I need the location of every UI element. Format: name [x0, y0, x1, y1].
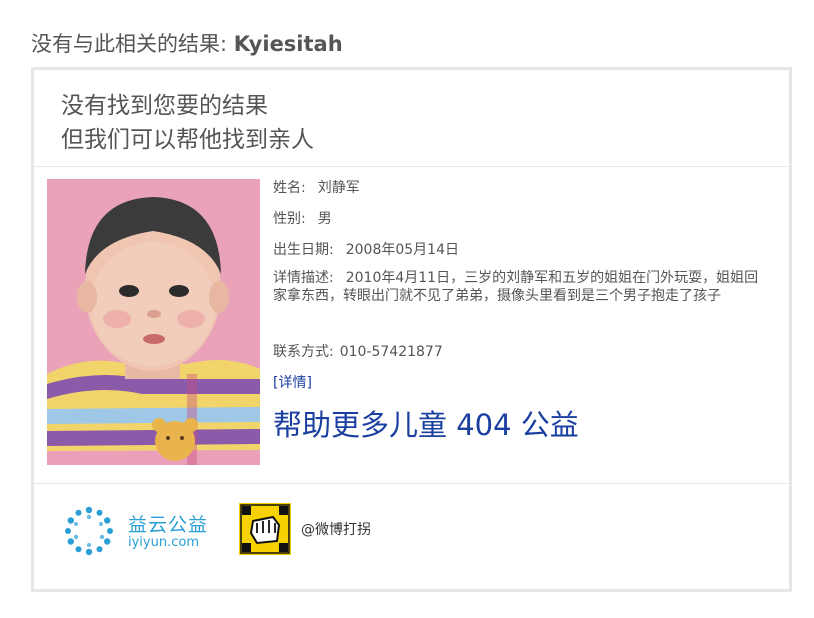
gender-value: 男 [317, 211, 332, 227]
detail-link[interactable]: [详情] [273, 375, 312, 391]
card-title-line1: 没有找到您要的结果 [61, 93, 268, 119]
card-title-line2: 但我们可以帮他找到亲人 [61, 127, 314, 153]
card-footer: 益云公益 iyiyun.com @微博打拐 [34, 484, 789, 589]
child-photo[interactable] [47, 179, 260, 465]
contact-value: 010-57421877 [339, 344, 443, 360]
search-query: Kyiesitah [233, 32, 343, 56]
yiyun-domain: iyiyun.com [128, 535, 199, 550]
name-label: 姓名: [273, 180, 306, 196]
gender-row: 性别: 男 [273, 210, 332, 228]
birth-label: 出生日期: [273, 242, 334, 258]
fist-icon [239, 503, 291, 555]
yiyun-logo-icon [65, 506, 113, 556]
weibo-dagua-logo[interactable] [239, 503, 291, 555]
help-more-children-link[interactable]: 帮助更多儿童 404 公益 [273, 402, 579, 444]
description-row: 详情描述: 2010年4月11日，三岁的刘静军和五岁的姐姐在门外玩耍，姐姐回家拿东… [273, 269, 765, 305]
contact-label: 联系方式: [273, 344, 334, 360]
weibo-dagua-link[interactable]: @微博打拐 [301, 519, 371, 539]
no-results-heading: 没有与此相关的结果: Kyiesitah [31, 28, 343, 58]
detail-row: [详情] [273, 374, 312, 392]
contact-row: 联系方式: 010-57421877 [273, 343, 443, 361]
missing-child-card: 没有找到您要的结果 但我们可以帮他找到亲人 姓名: 刘静军 性别: 男 出生日期… [31, 67, 792, 592]
birth-value: 2008年05月14日 [345, 242, 459, 258]
page: 没有与此相关的结果: Kyiesitah 没有找到您要的结果 但我们可以帮他找到… [0, 0, 814, 618]
yiyun-logo-link[interactable]: 益云公益 iyiyun.com [64, 504, 214, 556]
name-value: 刘静军 [317, 180, 360, 196]
gender-label: 性别: [273, 211, 306, 227]
card-header: 没有找到您要的结果 但我们可以帮他找到亲人 [34, 70, 789, 167]
no-results-prefix: 没有与此相关的结果: [31, 32, 234, 56]
card-body: 姓名: 刘静军 性别: 男 出生日期: 2008年05月14日 详情描述: 2010年4… [34, 167, 789, 484]
description-label: 详情描述: [273, 270, 334, 286]
yiyun-title: 益云公益 [128, 514, 209, 536]
description-value: 2010年4月11日，三岁的刘静军和五岁的姐姐在门外玩耍，姐姐回家拿东西，转眼出… [273, 270, 759, 304]
birth-row: 出生日期: 2008年05月14日 [273, 241, 459, 259]
name-row: 姓名: 刘静军 [273, 179, 360, 197]
